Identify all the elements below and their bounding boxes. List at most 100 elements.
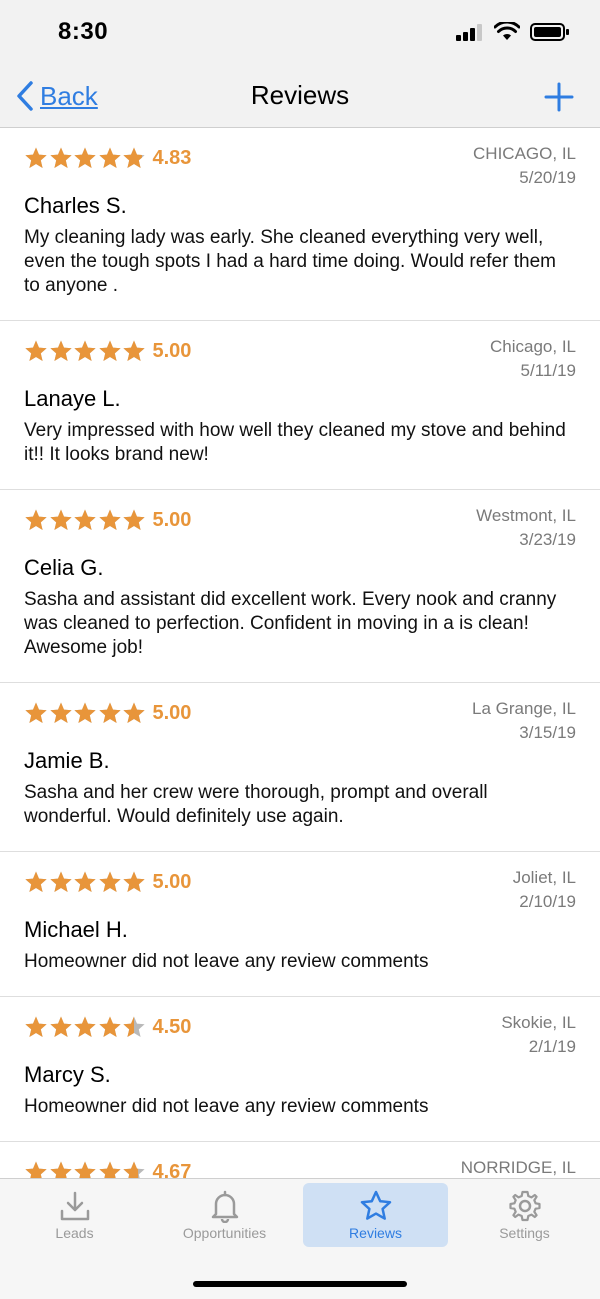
star-icon <box>49 871 72 892</box>
reviewer-name: Lanaye L. <box>24 386 121 411</box>
review-date: 3/15/19 <box>519 723 576 742</box>
location-date: Skokie, IL 2/1/19 <box>501 1011 576 1059</box>
reviewer-name: Marcy S. <box>24 1062 111 1087</box>
review-date: 2/1/19 <box>528 1037 576 1056</box>
tab-label: Leads <box>55 1225 94 1241</box>
review-comment: Very impressed with how well they cleane… <box>24 420 566 465</box>
rating-value: 5.00 <box>152 509 192 531</box>
star-icon <box>74 702 96 723</box>
review-location: CHICAGO, IL <box>473 144 576 163</box>
status-time: 8:30 <box>58 18 109 45</box>
star-rating: 4.83 <box>24 146 191 170</box>
review-header: 5.00 Chicago, IL 5/11/19 <box>24 337 576 380</box>
tab-reviews[interactable]: Reviews <box>303 1183 448 1247</box>
review-header: 5.00 La Grange, IL 3/15/19 <box>24 699 576 742</box>
star-icon <box>25 340 47 361</box>
star-icon <box>74 871 96 892</box>
reviewer-name: Jamie B. <box>24 748 110 773</box>
review-item[interactable]: 5.00 Westmont, IL 3/23/19 Celia G. Sasha and… <box>0 490 600 683</box>
review-item[interactable]: 5.00 Chicago, IL 5/11/19 Lanaye L. Very impr… <box>0 321 600 490</box>
rating-value: 5.00 <box>152 871 192 893</box>
tab-opportunities[interactable]: Opportunities <box>152 1183 297 1247</box>
tab-leads[interactable]: Leads <box>2 1183 147 1247</box>
star-icon <box>123 702 145 723</box>
star-icon <box>74 1016 96 1037</box>
star-icon <box>98 1016 121 1037</box>
reviewer-name: Celia G. <box>24 555 104 580</box>
star-icon <box>49 1161 72 1178</box>
tab-label: Reviews <box>349 1225 402 1241</box>
gear-icon <box>508 1190 541 1222</box>
review-item[interactable]: 5.00 Joliet, IL 2/10/19 Michael H. Homeowner… <box>0 852 600 997</box>
star-icon <box>49 702 72 723</box>
status-bar: 8:30 <box>0 0 600 70</box>
chevron-left-icon <box>17 81 33 111</box>
review-item[interactable]: 5.00 La Grange, IL 3/15/19 Jamie B. Sasha an… <box>0 683 600 852</box>
location-date: La Grange, IL 3/15/19 <box>472 697 576 745</box>
star-icon <box>25 1161 47 1178</box>
location-date: Chicago, IL 5/11/19 <box>490 335 576 383</box>
star-rating: 4.67 <box>24 1160 191 1178</box>
review-date: 2/10/19 <box>519 892 576 911</box>
star-icon <box>123 147 145 168</box>
review-location: Chicago, IL <box>490 337 576 356</box>
star-rating: 5.00 <box>24 701 191 725</box>
location-date: Joliet, IL 2/10/19 <box>513 866 576 914</box>
star-icon <box>25 509 47 530</box>
location-date: Westmont, IL 3/23/19 <box>476 504 576 552</box>
star-icon <box>74 509 96 530</box>
review-header: 4.67 NORRIDGE, IL11/18/18 <box>24 1158 576 1178</box>
review-header: 4.83 CHICAGO, IL 5/20/19 <box>24 144 576 187</box>
rating-value: 5.00 <box>152 340 192 362</box>
star-icon <box>360 1190 391 1220</box>
star-icon <box>123 871 145 892</box>
review-comment: My cleaning lady was early. She cleaned … <box>24 227 556 296</box>
reviewer-name: Michael H. <box>24 917 128 942</box>
review-date: 3/23/19 <box>519 530 576 549</box>
star-icon <box>98 509 121 530</box>
review-date: 5/20/19 <box>519 168 576 187</box>
star-icon <box>49 147 72 168</box>
star-icon <box>123 340 145 361</box>
tab-label: Settings <box>499 1225 550 1241</box>
download-icon <box>60 1191 89 1221</box>
star-icon <box>98 340 121 361</box>
back-button[interactable]: Back <box>16 80 98 112</box>
location-date: NORRIDGE, IL11/18/18 <box>461 1156 576 1178</box>
review-item[interactable]: 4.67NORRIDGE, IL11/18/18Donald &amp; mau… <box>0 1142 600 1178</box>
status-icons <box>456 22 570 42</box>
star-rating: 5.00 <box>24 339 191 363</box>
navigation-bar: Back Reviews <box>0 70 600 128</box>
star-rating: 5.00 <box>24 870 191 894</box>
star-icon <box>49 340 72 361</box>
review-location: NORRIDGE, IL <box>460 1158 576 1177</box>
rating-value: 4.50 <box>152 1016 192 1038</box>
star-icon <box>74 1161 96 1178</box>
review-list[interactable]: 4.83 CHICAGO, IL 5/20/19 Charles S. My clean… <box>0 128 600 1178</box>
star-icon <box>123 1016 145 1037</box>
review-comment: Sasha and her crew were thorough, prompt… <box>24 782 488 827</box>
star-icon <box>98 147 121 168</box>
star-icon <box>98 871 121 892</box>
star-icon <box>25 871 47 892</box>
star-icon <box>123 1161 145 1178</box>
add-review-button[interactable] <box>544 82 574 117</box>
review-item[interactable]: 4.83 CHICAGO, IL 5/20/19 Charles S. My clean… <box>0 128 600 321</box>
rating-value: 4.83 <box>152 147 192 169</box>
tab-label: Opportunities <box>182 1225 267 1241</box>
review-comment: Homeowner did not leave any review comme… <box>24 951 429 972</box>
tab-settings[interactable]: Settings <box>452 1183 597 1247</box>
review-comment: Homeowner did not leave any review comme… <box>24 1096 429 1117</box>
review-location: La Grange, IL <box>472 699 576 718</box>
back-label: Back <box>40 80 98 111</box>
review-header: 5.00 Joliet, IL 2/10/19 <box>24 868 576 911</box>
rating-value: 5.00 <box>152 702 192 724</box>
star-icon <box>25 147 47 168</box>
star-icon <box>25 1016 47 1037</box>
review-item[interactable]: 4.50 Skokie, IL 2/1/19 Marcy S. Homeowner di… <box>0 997 600 1142</box>
location-date: CHICAGO, IL 5/20/19 <box>473 142 576 190</box>
review-location: Skokie, IL <box>501 1013 576 1032</box>
review-comment: Sasha and assistant did excellent work. … <box>24 589 557 658</box>
wifi-icon <box>494 22 520 40</box>
star-icon <box>98 702 121 723</box>
